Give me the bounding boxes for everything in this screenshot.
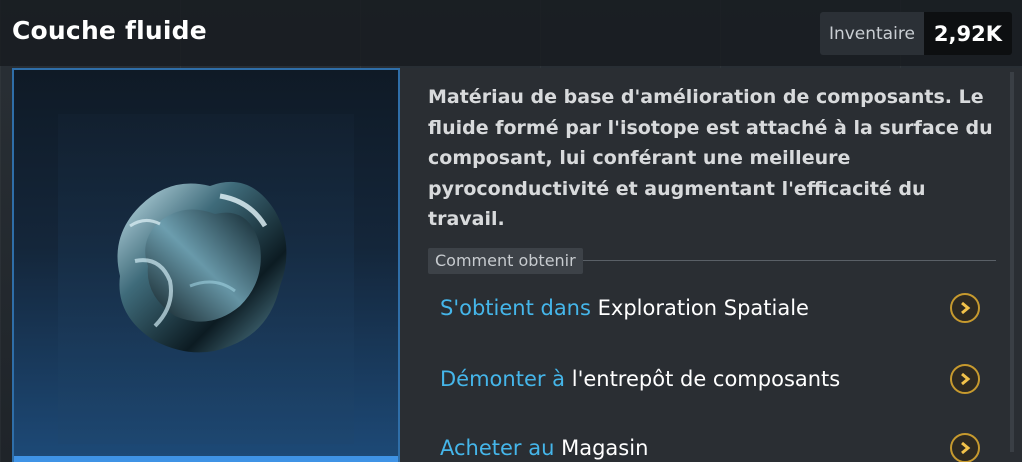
chevron-right-icon[interactable]	[950, 364, 980, 394]
source-place: Magasin	[561, 436, 649, 460]
source-place: l'entrepôt de composants	[571, 367, 841, 391]
source-prefix: Démonter à	[440, 367, 566, 391]
item-image-panel	[12, 68, 400, 462]
source-row-exploration[interactable]: S'obtient dans Exploration Spatiale	[440, 288, 980, 328]
inventory-counter: Inventaire 2,92K	[819, 12, 1012, 55]
header-bar: Couche fluide Inventaire 2,92K	[0, 0, 1022, 66]
source-text: Démonter à l'entrepôt de composants	[440, 367, 840, 391]
item-title: Couche fluide	[12, 16, 207, 45]
source-place: Exploration Spatiale	[597, 296, 809, 320]
source-row-dismantle[interactable]: Démonter à l'entrepôt de composants	[440, 359, 980, 399]
section-label: Comment obtenir	[428, 248, 583, 274]
inventory-value: 2,92K	[923, 12, 1012, 55]
source-text: S'obtient dans Exploration Spatiale	[440, 296, 809, 320]
source-text: Acheter au Magasin	[440, 436, 648, 460]
how-to-obtain-section: Comment obtenir	[428, 248, 996, 274]
chevron-right-icon[interactable]	[950, 293, 980, 323]
description-panel: Matériau de base d'amélioration de compo…	[400, 68, 1022, 462]
source-prefix: S'obtient dans	[440, 296, 591, 320]
fluid-layer-item-icon	[117, 181, 287, 353]
inventory-label: Inventaire	[819, 12, 924, 55]
item-description: Matériau de base d'amélioration de compo…	[428, 86, 993, 230]
image-panel-accent-bar	[14, 456, 398, 462]
source-prefix: Acheter au	[440, 436, 555, 460]
scrollbar[interactable]	[1010, 72, 1014, 452]
chevron-right-icon[interactable]	[950, 433, 980, 462]
source-row-shop[interactable]: Acheter au Magasin	[440, 428, 980, 462]
